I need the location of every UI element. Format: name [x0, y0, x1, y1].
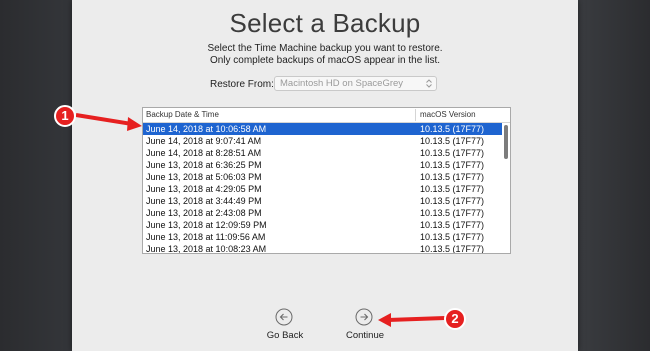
annotation-arrows [75, 113, 446, 327]
callout-1-arrow [75, 113, 133, 126]
callout-2-arrow [387, 316, 446, 322]
callout-2-arrowhead [378, 313, 391, 327]
callout-badge-1: 1 [54, 105, 76, 127]
screen: Select a Backup Select the Time Machine … [0, 0, 650, 351]
callout-1-arrowhead [127, 117, 142, 131]
callout-badge-2: 2 [444, 308, 466, 330]
